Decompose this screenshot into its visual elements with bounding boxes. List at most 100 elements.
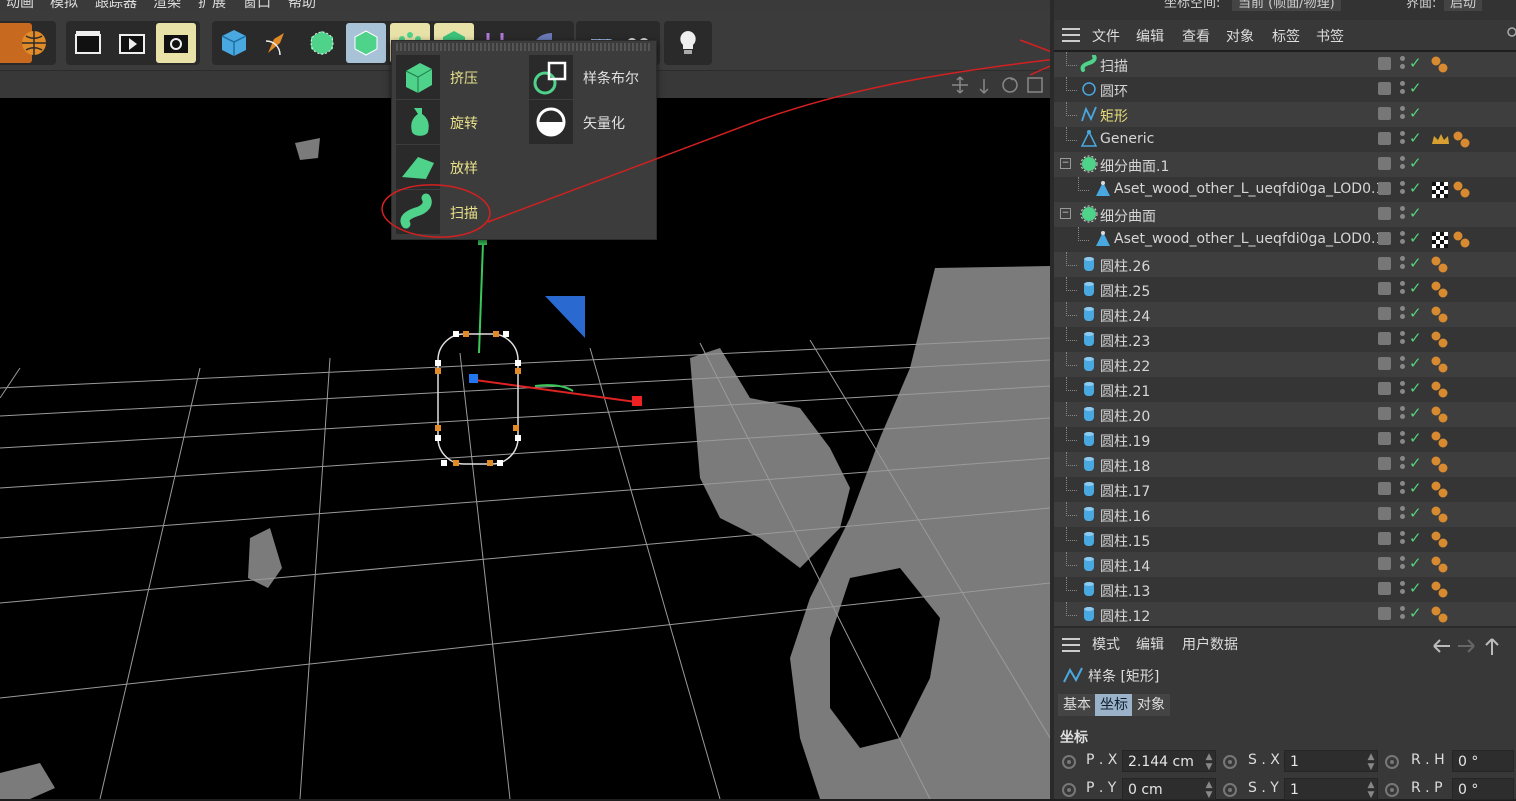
am-nav-arrows[interactable] — [1432, 636, 1510, 656]
enabled-check-icon[interactable]: ✓ — [1409, 179, 1422, 197]
layer-toggle[interactable] — [1378, 132, 1391, 145]
layer-toggle[interactable] — [1378, 357, 1391, 370]
popup-item-extrude[interactable]: 挤压 — [396, 55, 526, 99]
layer-toggle[interactable] — [1378, 282, 1391, 295]
menu-extensions[interactable]: 扩展 — [198, 0, 226, 10]
layer-toggle[interactable] — [1378, 557, 1391, 570]
tab-object[interactable]: 对象 — [1132, 694, 1170, 716]
object-name[interactable]: 圆柱.16 — [1100, 506, 1150, 526]
rp-keyframe-radio[interactable] — [1385, 783, 1399, 797]
enabled-check-icon[interactable]: ✓ — [1409, 429, 1422, 447]
visibility-dots[interactable] — [1400, 156, 1406, 173]
layer-toggle[interactable] — [1378, 532, 1391, 545]
layer-toggle[interactable] — [1378, 432, 1391, 445]
material-tag-icon[interactable] — [1430, 530, 1450, 550]
layer-toggle[interactable] — [1378, 57, 1391, 70]
layer-toggle[interactable] — [1378, 157, 1391, 170]
visibility-dots[interactable] — [1400, 606, 1406, 623]
light-button[interactable] — [668, 23, 708, 63]
coord-space-dropdown[interactable]: 当前 (帧面/物理) — [1232, 0, 1341, 11]
layer-toggle[interactable] — [1378, 457, 1391, 470]
object-row[interactable]: 圆柱.12 ✓ — [1054, 602, 1516, 626]
spline-tangents[interactable] — [435, 331, 521, 466]
layer-toggle[interactable] — [1378, 332, 1391, 345]
object-row[interactable]: 圆柱.13 ✓ — [1054, 577, 1516, 602]
object-name[interactable]: Aset_wood_other_L_ueqfdi0ga_LOD0.1 — [1114, 181, 1384, 197]
sy-stepper[interactable]: ▲ ▼ — [1366, 780, 1376, 800]
om-menu-file[interactable]: 文件 — [1092, 26, 1120, 46]
render-view-button[interactable] — [68, 23, 108, 63]
px-keyframe-radio[interactable] — [1062, 755, 1076, 769]
popup-item-vectorize[interactable]: 矢量化 — [529, 100, 654, 144]
enabled-check-icon[interactable]: ✓ — [1409, 304, 1422, 322]
render-settings-button[interactable] — [156, 23, 196, 63]
texture-tag-icon[interactable] — [1430, 230, 1450, 250]
om-menu-bookmarks[interactable]: 书签 — [1316, 26, 1344, 46]
object-name[interactable]: 圆柱.19 — [1100, 431, 1150, 451]
visibility-dots[interactable] — [1400, 206, 1406, 223]
om-menu-view[interactable]: 查看 — [1182, 26, 1210, 46]
object-name[interactable]: 圆柱.23 — [1100, 331, 1150, 351]
object-name[interactable]: 圆柱.18 — [1100, 456, 1150, 476]
object-name[interactable]: 细分曲面.1 — [1100, 156, 1169, 176]
object-row[interactable]: 圆环 ✓ — [1054, 77, 1516, 102]
popup-item-spline-boolean[interactable]: 样条布尔 — [529, 55, 654, 99]
render-picture-viewer-button[interactable] — [112, 23, 152, 63]
object-name[interactable]: 圆柱.20 — [1100, 406, 1150, 426]
rh-keyframe-radio[interactable] — [1385, 755, 1399, 769]
object-row[interactable]: − 细分曲面 ✓ — [1054, 202, 1516, 227]
enabled-check-icon[interactable]: ✓ — [1409, 254, 1422, 272]
x-axis-tip[interactable] — [632, 396, 642, 406]
sy-input[interactable]: 1 — [1284, 778, 1378, 800]
object-name[interactable]: 细分曲面 — [1100, 206, 1156, 226]
material-tag-icon[interactable] — [1430, 455, 1450, 475]
texture-tag-icon[interactable] — [1430, 180, 1450, 200]
viewport-nav-icons[interactable] — [950, 75, 1046, 95]
visibility-dots[interactable] — [1400, 131, 1406, 148]
layer-toggle[interactable] — [1378, 382, 1391, 395]
visibility-dots[interactable] — [1400, 56, 1406, 73]
object-row[interactable]: Generic ✓ — [1054, 127, 1516, 152]
visibility-dots[interactable] — [1400, 181, 1406, 198]
visibility-dots[interactable] — [1400, 381, 1406, 398]
enabled-check-icon[interactable]: ✓ — [1409, 579, 1422, 597]
layer-toggle[interactable] — [1378, 482, 1391, 495]
enabled-check-icon[interactable]: ✓ — [1409, 204, 1422, 222]
material-tag-icon[interactable] — [1430, 380, 1450, 400]
object-row[interactable]: Aset_wood_other_L_ueqfdi0ga_LOD0.1 ✓ — [1054, 177, 1516, 202]
visibility-dots[interactable] — [1400, 81, 1406, 98]
layer-toggle[interactable] — [1378, 107, 1391, 120]
material-tag-icon[interactable] — [1430, 480, 1450, 500]
material-tag-icon[interactable] — [1430, 305, 1450, 325]
popup-item-loft[interactable]: 放样 — [396, 145, 526, 189]
object-row[interactable]: 圆柱.14 ✓ — [1054, 552, 1516, 577]
enabled-check-icon[interactable]: ✓ — [1409, 229, 1422, 247]
material-tag-icon[interactable] — [1430, 605, 1450, 625]
subdivision-button[interactable] — [302, 23, 342, 63]
object-row[interactable]: 圆柱.17 ✓ — [1054, 477, 1516, 502]
material-tag-icon[interactable] — [1430, 355, 1450, 375]
object-row[interactable]: Aset_wood_other_L_ueqfdi0ga_LOD0.1 ✓ — [1054, 227, 1516, 252]
sx-stepper[interactable]: ▲ ▼ — [1366, 752, 1376, 772]
visibility-dots[interactable] — [1400, 531, 1406, 548]
expand-toggle[interactable]: − — [1060, 158, 1071, 169]
object-name[interactable]: 圆柱.21 — [1100, 381, 1150, 401]
expand-toggle[interactable]: − — [1060, 208, 1071, 219]
layer-toggle[interactable] — [1378, 207, 1391, 220]
object-name[interactable]: 矩形 — [1100, 106, 1128, 126]
material-tag-icon[interactable] — [1452, 130, 1472, 150]
om-menu-objects[interactable]: 对象 — [1226, 26, 1254, 46]
object-row[interactable]: − 细分曲面.1 ✓ — [1054, 152, 1516, 177]
crown-tag-icon[interactable] — [1430, 130, 1450, 150]
material-tag-icon[interactable] — [1430, 430, 1450, 450]
sy-keyframe-radio[interactable] — [1223, 783, 1237, 797]
visibility-dots[interactable] — [1400, 581, 1406, 598]
visibility-dots[interactable] — [1400, 456, 1406, 473]
object-row[interactable]: 扫描 ✓ — [1054, 52, 1516, 77]
material-tag-icon[interactable] — [1430, 555, 1450, 575]
menu-window[interactable]: 窗口 — [243, 0, 271, 10]
enabled-check-icon[interactable]: ✓ — [1409, 379, 1422, 397]
visibility-dots[interactable] — [1400, 481, 1406, 498]
enabled-check-icon[interactable]: ✓ — [1409, 104, 1422, 122]
material-tag-icon[interactable] — [1452, 230, 1472, 250]
